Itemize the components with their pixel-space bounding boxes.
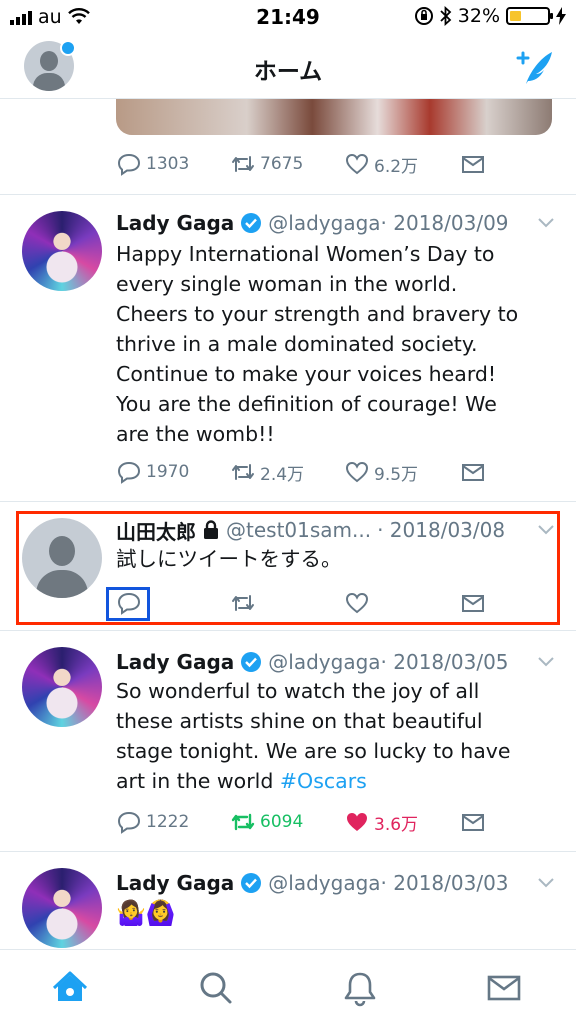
compose-tweet-icon[interactable] xyxy=(512,48,556,88)
battery-percent: 32% xyxy=(457,5,500,27)
like-button[interactable]: 9.5万 xyxy=(344,459,418,485)
verified-badge-icon xyxy=(241,213,262,233)
text-line: Happy International Women’s Day to xyxy=(116,242,495,266)
tweet-date: · 2018/03/05 xyxy=(380,650,509,674)
bluetooth-icon xyxy=(440,6,452,26)
envelope-icon xyxy=(462,814,484,831)
avatar[interactable] xyxy=(22,868,102,948)
retweet-button[interactable]: 2.4万 xyxy=(230,459,304,485)
tweet-media-image[interactable] xyxy=(116,99,552,135)
notifications-tab[interactable] xyxy=(340,968,380,1008)
reply-button[interactable]: 1222 xyxy=(116,809,189,835)
tweet-emoji: 🤷‍♀️🙆‍♀️ xyxy=(116,899,176,927)
heart-icon xyxy=(345,461,369,483)
tweet[interactable]: Lady Gaga @ladygaga · 2018/03/05 So wond… xyxy=(0,631,576,851)
author-handle: @ladygaga xyxy=(268,211,381,235)
home-tab[interactable] xyxy=(50,968,90,1008)
highlight-box xyxy=(106,587,150,621)
text-line: So wonderful to watch the joy of all xyxy=(116,679,480,703)
author-name[interactable]: Lady Gaga xyxy=(116,871,234,895)
hashtag-link[interactable]: #Oscars xyxy=(280,769,367,793)
text-line: every single woman in the world. xyxy=(116,272,458,296)
text-line: art in the world #Oscars xyxy=(116,766,556,796)
retweet-button[interactable]: 6094 xyxy=(230,809,303,835)
tweet-actions: 1303 7675 6.2万 xyxy=(116,151,536,181)
verified-badge-icon xyxy=(241,652,262,672)
chevron-down-icon[interactable] xyxy=(536,651,556,671)
retweet-icon xyxy=(232,156,254,172)
tweet-date: · 2018/03/03 xyxy=(380,871,509,895)
author-name[interactable]: Lady Gaga xyxy=(116,211,234,235)
reply-count: 1970 xyxy=(146,462,190,482)
text-line: Continue to make your voices heard! xyxy=(116,362,497,386)
tweet-actions: 1222 6094 3.6万 xyxy=(116,809,536,839)
text-line: are the womb!! xyxy=(116,422,275,446)
reply-icon xyxy=(117,461,141,484)
author-handle: @ladygaga xyxy=(268,871,381,895)
reply-button[interactable]: 1970 xyxy=(116,459,189,485)
text-line: thrive in a male dominated society. xyxy=(116,332,478,356)
reply-icon xyxy=(117,811,141,834)
chevron-down-icon[interactable] xyxy=(536,212,556,232)
like-count: 3.6万 xyxy=(374,814,419,835)
text-line: You are the definition of courage! We xyxy=(116,392,497,416)
navigation-bar: ホーム xyxy=(0,34,576,99)
retweet-button[interactable]: 7675 xyxy=(230,151,303,177)
text-line: Cheers to your strength and bravery to xyxy=(116,302,519,326)
direct-message-button[interactable] xyxy=(460,459,486,485)
tweet-text: Happy International Women’s Day to every… xyxy=(116,239,556,449)
tab-bar xyxy=(0,949,576,1025)
tweet-header: Lady Gaga @ladygaga · 2018/03/05 xyxy=(116,647,556,677)
retweet-icon xyxy=(231,813,255,831)
search-tab[interactable] xyxy=(196,968,236,1008)
avatar[interactable] xyxy=(22,647,102,727)
like-count: 6.2万 xyxy=(374,156,419,177)
like-button[interactable]: 6.2万 xyxy=(344,151,418,177)
highlight-box xyxy=(16,511,560,625)
envelope-icon xyxy=(462,156,484,173)
status-bar: au 21:49 32% xyxy=(0,0,576,34)
retweet-count: 6094 xyxy=(260,812,304,832)
page-title: ホーム xyxy=(253,59,323,85)
tweet[interactable]: Lady Gaga @ladygaga · 2018/03/03 🤷‍♀️🙆‍♀… xyxy=(0,852,576,949)
chevron-down-icon[interactable] xyxy=(536,872,556,892)
author-name[interactable]: Lady Gaga xyxy=(116,650,234,674)
tweet-header: Lady Gaga @ladygaga · 2018/03/03 xyxy=(116,868,556,898)
reply-button[interactable]: 1303 xyxy=(116,151,189,177)
reply-count: 1222 xyxy=(146,812,190,832)
charging-icon xyxy=(556,7,566,25)
tweet-text: So wonderful to watch the joy of all the… xyxy=(116,676,556,796)
retweet-icon xyxy=(232,464,254,480)
like-count: 9.5万 xyxy=(374,464,419,485)
timeline[interactable]: 1303 7675 6.2万 Lady Gaga @ladygaga · 201… xyxy=(0,99,576,949)
messages-tab[interactable] xyxy=(484,968,524,1008)
tweet[interactable]: Lady Gaga @ladygaga · 2018/03/09 Happy I… xyxy=(0,195,576,501)
direct-message-button[interactable] xyxy=(460,809,486,835)
retweet-count: 2.4万 xyxy=(260,464,305,485)
orientation-lock-icon xyxy=(414,7,433,25)
tweet-date: · 2018/03/09 xyxy=(380,211,509,235)
heart-icon xyxy=(345,153,369,175)
reply-count: 1303 xyxy=(146,154,190,174)
retweet-count: 7675 xyxy=(260,154,304,174)
tweet-header: Lady Gaga @ladygaga · 2018/03/09 xyxy=(116,208,556,238)
text-segment: art in the world xyxy=(116,769,280,793)
heart-icon xyxy=(347,813,367,831)
text-line: these artists shine on that beautiful xyxy=(116,709,483,733)
direct-message-button[interactable] xyxy=(460,151,486,177)
verified-badge-icon xyxy=(241,873,262,893)
avatar[interactable] xyxy=(22,211,102,291)
status-right: 32% xyxy=(414,5,566,27)
author-handle: @ladygaga xyxy=(268,650,381,674)
battery-icon xyxy=(506,7,553,25)
reply-icon xyxy=(117,153,141,176)
tweet-actions: 1970 2.4万 9.5万 xyxy=(116,459,536,489)
like-button[interactable]: 3.6万 xyxy=(344,809,418,835)
text-line: stage tonight. We are so lucky to have xyxy=(116,739,511,763)
envelope-icon xyxy=(462,464,484,481)
